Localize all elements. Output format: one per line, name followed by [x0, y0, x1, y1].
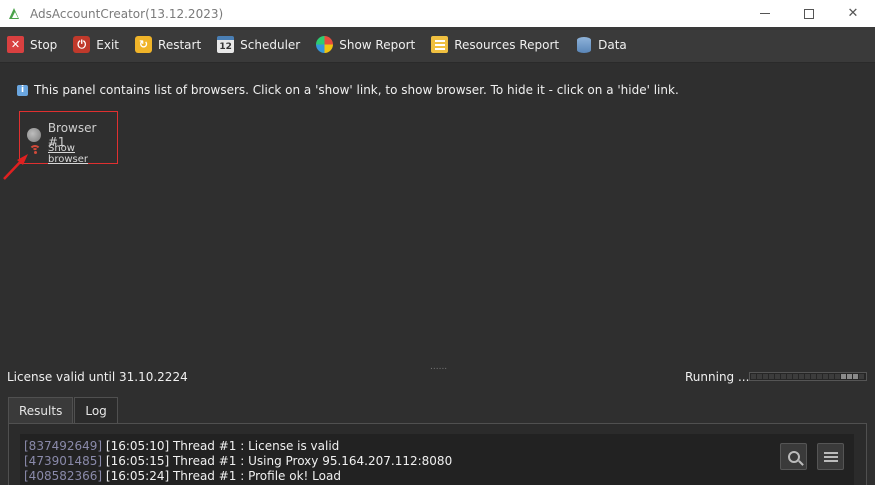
show-report-button[interactable]: Show Report	[316, 31, 415, 59]
progress-segment	[805, 374, 810, 379]
info-message: i This panel contains list of browsers. …	[17, 83, 679, 97]
stop-button[interactable]: ✕ Stop	[7, 31, 57, 59]
progress-segment	[751, 374, 756, 379]
show-report-label: Show Report	[339, 37, 416, 52]
window-controls: ✕	[743, 0, 875, 27]
scheduler-button[interactable]: 12 Scheduler	[217, 31, 300, 59]
license-status: License valid until 31.10.2224	[7, 370, 188, 384]
status-bar: License valid until 31.10.2224 Running .…	[0, 364, 875, 390]
minimize-button[interactable]	[743, 0, 787, 27]
maximize-icon	[804, 8, 814, 19]
list-icon	[431, 36, 449, 53]
info-text: This panel contains list of browsers. Cl…	[34, 83, 679, 97]
progress-segment	[811, 374, 816, 379]
browser-card: Browser #1 Show browser	[19, 111, 118, 165]
tab-log[interactable]: Log	[74, 397, 118, 424]
log-line: [408582366] [16:05:24] Thread #1 : Profi…	[24, 469, 341, 483]
show-browser-link[interactable]: Show browser	[48, 143, 117, 165]
calendar-icon: 12	[217, 36, 235, 53]
progress-segment	[793, 374, 798, 379]
stop-icon: ✕	[7, 36, 24, 53]
log-line: [473901485] [16:05:15] Thread #1 : Using…	[24, 454, 453, 468]
database-icon	[575, 36, 592, 53]
info-icon: i	[17, 84, 28, 96]
progress-segment	[859, 374, 864, 379]
progress-segment	[829, 374, 834, 379]
log-toolbar	[780, 443, 844, 470]
title-bar: AdsAccountCreator(13.12.2023) ✕	[0, 0, 875, 27]
progress-segment	[781, 374, 786, 379]
data-button[interactable]: Data	[575, 31, 627, 59]
maximize-button[interactable]	[787, 0, 831, 27]
progress-segment	[817, 374, 822, 379]
browser-panel: i This panel contains list of browsers. …	[0, 64, 875, 372]
power-icon: ⏻	[73, 36, 91, 53]
close-button[interactable]: ✕	[831, 0, 875, 27]
progress-segment	[799, 374, 804, 379]
progress-segment	[841, 374, 846, 379]
bottom-tabs: Results Log	[8, 397, 119, 424]
progress-segment	[763, 374, 768, 379]
hamburger-menu-icon	[823, 455, 838, 458]
progress-segment	[775, 374, 780, 379]
browser-globe-icon	[27, 128, 41, 142]
app-logo-icon	[7, 7, 21, 21]
log-line: [837492649] [16:05:10] Thread #1 : Licen…	[24, 439, 340, 453]
log-search-button[interactable]	[780, 443, 807, 470]
resources-report-button[interactable]: Resources Report	[431, 31, 559, 59]
pie-chart-icon	[316, 36, 334, 53]
progress-segment	[835, 374, 840, 379]
toolbar: ✕ Stop ⏻ Exit ↻ Restart 12 Scheduler Sho…	[0, 27, 875, 63]
restart-label: Restart	[158, 37, 202, 52]
exit-label: Exit	[96, 37, 120, 52]
log-menu-button[interactable]	[817, 443, 844, 470]
progress-segment	[757, 374, 762, 379]
restart-icon: ↻	[135, 36, 153, 53]
progress-segment	[823, 374, 828, 379]
activity-progress	[749, 372, 867, 381]
progress-segment	[853, 374, 858, 379]
stop-label: Stop	[30, 37, 58, 52]
minimize-icon	[760, 13, 770, 14]
window-title: AdsAccountCreator(13.12.2023)	[30, 6, 224, 21]
close-icon: ✕	[847, 6, 859, 21]
progress-segment	[847, 374, 852, 379]
scheduler-label: Scheduler	[240, 37, 301, 52]
running-status: Running ...	[685, 370, 750, 384]
progress-segment	[787, 374, 792, 379]
log-view[interactable]: [837492649] [16:05:10] Thread #1 : Licen…	[20, 434, 854, 485]
resources-report-label: Resources Report	[454, 37, 560, 52]
restart-button[interactable]: ↻ Restart	[135, 31, 201, 59]
data-label: Data	[598, 37, 627, 52]
search-icon	[787, 450, 800, 463]
exit-button[interactable]: ⏻ Exit	[73, 31, 119, 59]
red-arrow-icon	[3, 154, 28, 180]
progress-segment	[769, 374, 774, 379]
tab-results[interactable]: Results	[8, 397, 74, 423]
